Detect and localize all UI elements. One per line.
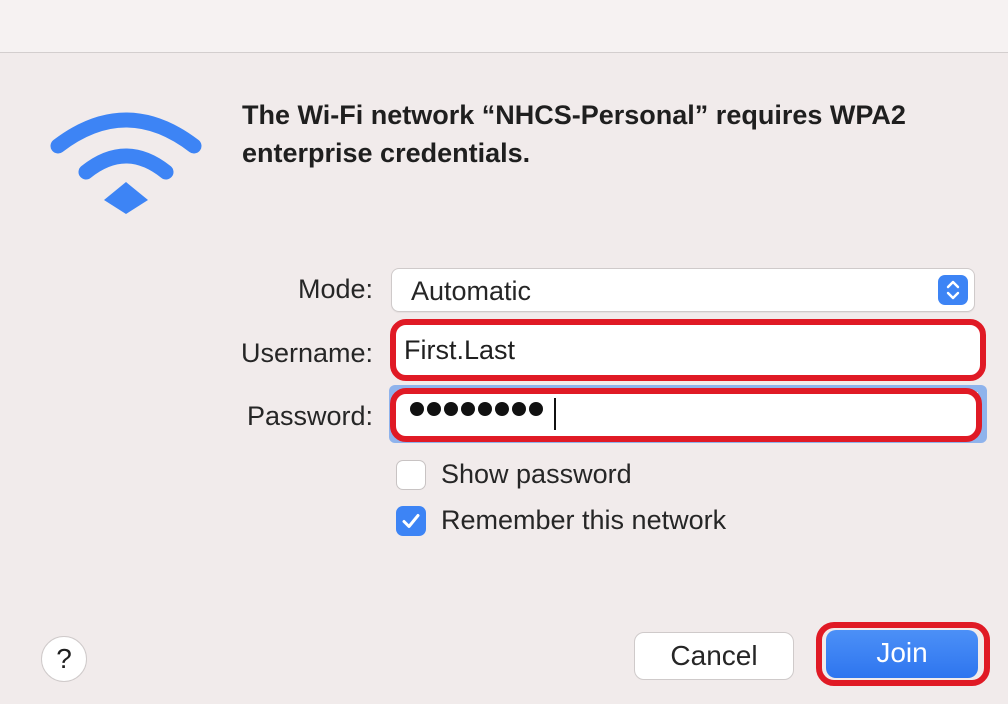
- password-mask-dot: [444, 402, 458, 416]
- select-stepper-icon: [938, 275, 968, 305]
- remember-network-checkbox[interactable]: [396, 506, 426, 536]
- show-password-label[interactable]: Show password: [441, 459, 632, 490]
- username-field[interactable]: First.Last: [394, 323, 980, 377]
- show-password-checkbox[interactable]: [396, 460, 426, 490]
- password-mask-dot: [512, 402, 526, 416]
- join-button[interactable]: Join: [826, 630, 978, 678]
- password-field[interactable]: [396, 392, 978, 436]
- password-mask-dot: [478, 402, 492, 416]
- wifi-icon: [50, 112, 202, 214]
- password-dots: [410, 402, 543, 416]
- username-label: Username:: [240, 338, 373, 368]
- mode-select[interactable]: Automatic: [391, 268, 975, 312]
- help-button[interactable]: ?: [41, 636, 87, 682]
- cancel-button[interactable]: Cancel: [634, 632, 794, 680]
- window-titlebar: [0, 0, 1008, 53]
- password-mask-dot: [495, 402, 509, 416]
- password-mask-dot: [461, 402, 475, 416]
- mode-select-value: Automatic: [411, 276, 532, 306]
- checkmark-icon: [402, 514, 420, 528]
- username-value: First.Last: [404, 335, 516, 365]
- password-mask-dot: [410, 402, 424, 416]
- password-label: Password:: [246, 401, 373, 431]
- dialog-heading: The Wi-Fi network “NHCS-Personal” requir…: [242, 100, 906, 168]
- mode-label: Mode:: [297, 274, 373, 304]
- remember-network-label[interactable]: Remember this network: [441, 505, 726, 536]
- password-mask-dot: [529, 402, 543, 416]
- password-mask-dot: [427, 402, 441, 416]
- text-caret: [554, 398, 556, 430]
